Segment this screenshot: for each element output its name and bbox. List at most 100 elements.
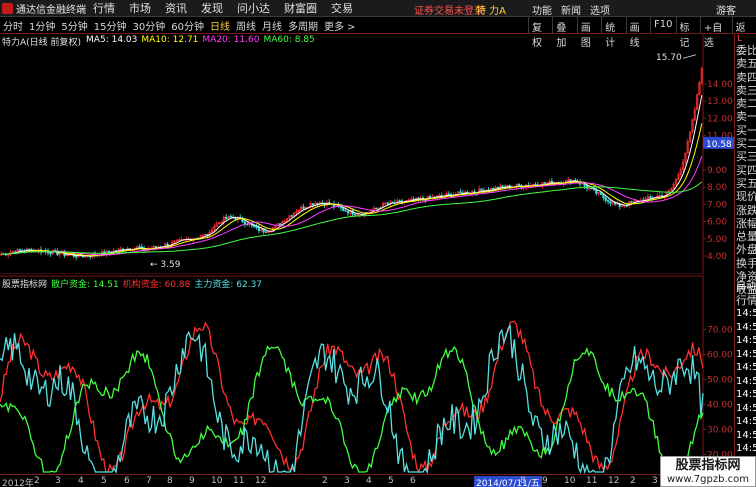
price-tick-label: 6.00 (707, 218, 727, 228)
ma20-line (1, 156, 703, 256)
tool-button[interactable]: 画图 (576, 17, 601, 49)
menu-options[interactable]: 选项 (590, 2, 610, 17)
menu-wealth-circle[interactable]: 财富圈 (277, 0, 324, 16)
candle-body (630, 201, 633, 203)
ma-label: MA10: 12.71 (141, 35, 199, 45)
high-price-arrow (682, 54, 697, 59)
ma-label: MA20: 11.60 (202, 35, 260, 45)
menu-ask-assistant[interactable]: 问小达 (230, 0, 277, 16)
indicator-value: 散户资金: 14.51 (51, 280, 119, 290)
menu-bar: 通达信金融终端 行情 市场 资讯 发现 问小达 财富圈 交易 证券交易未登录 特… (0, 0, 756, 17)
price-tick-label: 8.00 (707, 183, 727, 193)
time-label: 7 (146, 476, 152, 486)
price-tick-label: 5.00 (707, 235, 727, 245)
period-tab[interactable]: 5分钟 (58, 18, 90, 33)
high-price-label: 15.70 (656, 53, 682, 63)
tool-button[interactable]: F10 (650, 17, 675, 34)
menu-quotes[interactable]: 行情 (86, 0, 122, 16)
period-toolbar: 分时 1分钟 5分钟 15分钟 30分钟 60分钟 日线 周线 月线 多周期 更多 > 复权 叠加 画图… (0, 17, 756, 49)
tick-time: 14:56 (736, 335, 756, 346)
candle-body (386, 202, 389, 205)
price-tick-label: 13.00 (707, 97, 733, 107)
indicator-legend: 散户资金: 14.51 机构资金: 60.88 主力资金: 62.37 (51, 277, 266, 290)
period-tab[interactable]: 月线 (259, 18, 285, 33)
period-tab[interactable]: 多周期 (285, 18, 321, 33)
tool-button[interactable]: 复权 (528, 17, 552, 49)
quote-row: 买五 (736, 176, 756, 190)
quote-row: 现价 (736, 190, 756, 204)
section-auto[interactable]: 自动 (735, 280, 756, 294)
period-tabs: 分时 1分钟 5分钟 15分钟 30分钟 60分钟 日线 周线 月线 多周期 更多 > (0, 18, 359, 33)
tool-button[interactable]: 画线 (625, 17, 650, 49)
period-tab[interactable]: 30分钟 (129, 18, 168, 33)
time-label: 10 (564, 476, 576, 486)
tool-button[interactable]: 标记 (675, 17, 700, 49)
time-label: 12 (608, 476, 620, 486)
menu-news[interactable]: 资讯 (158, 0, 194, 16)
time-label: 6 (124, 476, 130, 486)
candle-body (339, 206, 343, 209)
candle-body (28, 248, 31, 251)
time-label: 2 (34, 476, 40, 486)
candle-body (599, 192, 603, 195)
institution-fund-line (0, 320, 704, 474)
tick-time: 14:56 (736, 402, 756, 414)
period-tab[interactable]: 更多 > (321, 18, 359, 33)
price-tick-label: 12.00 (707, 114, 733, 124)
period-tab[interactable]: 15分钟 (91, 18, 130, 33)
tick-time: 14:56 (736, 443, 756, 454)
guest-user[interactable]: 游客 (716, 2, 736, 17)
candle-body (225, 217, 228, 219)
menu-trade[interactable]: 交易 (324, 0, 360, 16)
indicator-tick-label: 30.00 (707, 426, 733, 436)
quote-row: 卖四 (736, 70, 756, 84)
candle-body (75, 256, 78, 258)
period-tab[interactable]: 周线 (233, 18, 259, 33)
quote-row: 涨跌 (736, 203, 756, 217)
quote-rows: 委比 卖五 卖四 卖三 卖二 卖一 买一 买二 买三 买四 买五 现价 涨跌 涨幅 总量 外盘 换手 净资 收益 (735, 44, 756, 297)
section-quotes[interactable]: 行情 (735, 294, 756, 308)
period-tab[interactable]: 1分钟 (26, 18, 58, 33)
candle-body (616, 203, 619, 206)
tool-button[interactable]: 叠加 (552, 17, 576, 49)
main-fund-line (0, 324, 704, 475)
tick-time: 14:56 (736, 321, 756, 333)
menu-discover[interactable]: 发现 (194, 0, 230, 16)
candle-body (501, 185, 504, 188)
watermark-url: www.7gpzb.com (667, 474, 749, 485)
candle-body (278, 223, 282, 226)
period-tab[interactable]: 分时 (0, 18, 26, 33)
candle-body (255, 226, 258, 228)
indicator-tick-label: 60.00 (707, 351, 733, 361)
indicator-name: 股票指标网 (2, 280, 48, 290)
tool-button[interactable]: 统计 (601, 17, 625, 49)
time-label: 5 (388, 476, 394, 486)
candle-body (374, 207, 378, 210)
period-tab[interactable]: 日线 (207, 18, 233, 33)
menu-market[interactable]: 市场 (122, 0, 158, 16)
quote-row: 卖一 (736, 110, 756, 124)
price-tick-label: 9.00 (707, 166, 727, 176)
indicator-chart[interactable]: 70.0060.0050.0040.0030.0020.00 (0, 275, 734, 475)
current-price-label: 10.58 (706, 140, 732, 150)
ma5-line (1, 95, 703, 257)
candle-body (138, 246, 141, 248)
quote-row: 买二 (736, 137, 756, 151)
trade-login-notice[interactable]: 证券交易未登录 (414, 2, 484, 17)
menu-functions[interactable]: 功能 (532, 2, 552, 17)
price-tick-label: 14.00 (707, 80, 733, 90)
tool-button[interactable]: 返回 (731, 17, 756, 49)
candle-body (344, 210, 347, 212)
indicator-tick-label: 70.00 (707, 326, 733, 336)
time-label: 8 (520, 476, 526, 486)
kline-chart[interactable]: 14.0013.0012.0011.009.008.007.006.005.00… (0, 34, 734, 274)
quote-sidebar: L 委比 卖五 卖四 卖三 卖二 卖一 买一 买二 买三 买四 买五 现价 涨跌 涨幅 总量 外盘 换手 净资 收益… (734, 34, 756, 487)
time-label: 10 (211, 476, 223, 486)
app-logo-icon (2, 2, 13, 14)
menu-news-right[interactable]: 新闻 (561, 2, 581, 17)
tool-button[interactable]: +自选 (699, 17, 732, 49)
quote-row: 买三 (736, 150, 756, 164)
time-label: 3 (55, 476, 61, 486)
period-tab[interactable]: 60分钟 (168, 18, 207, 33)
candle-body (459, 191, 462, 194)
